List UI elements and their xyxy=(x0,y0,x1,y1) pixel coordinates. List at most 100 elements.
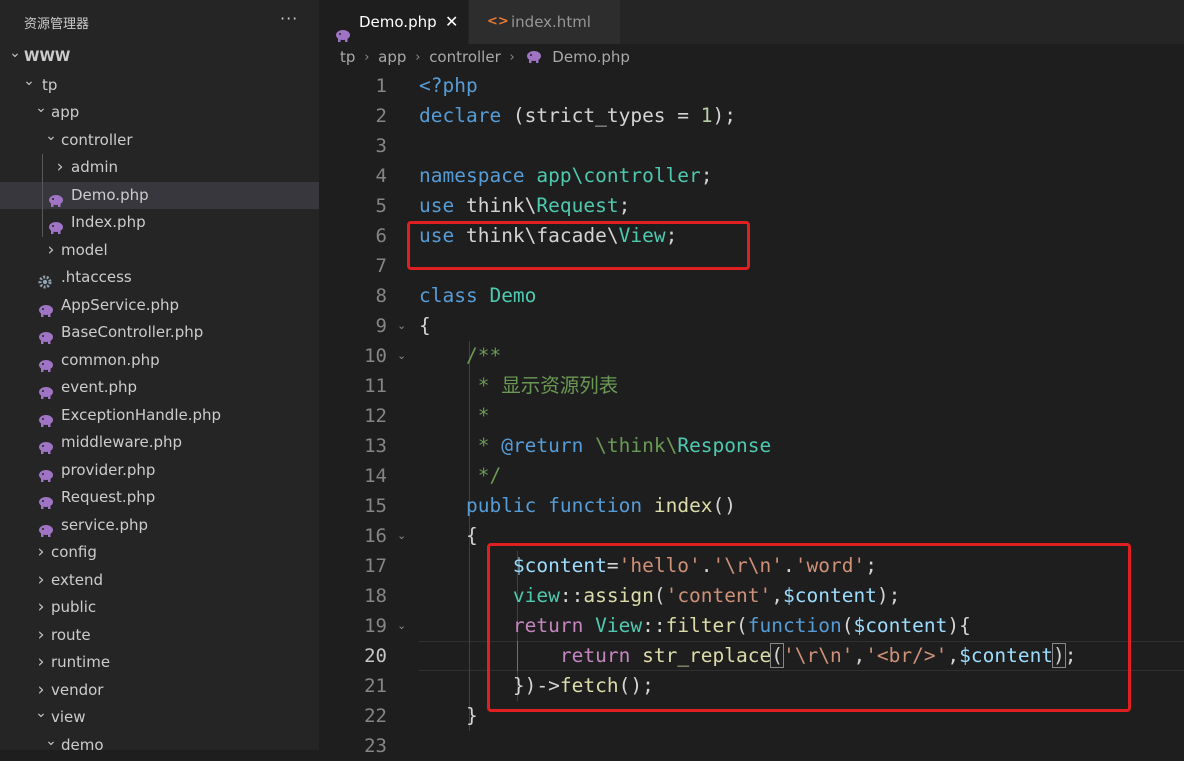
more-actions-icon[interactable]: ··· xyxy=(280,9,298,28)
code-text: { xyxy=(419,521,478,551)
code-line: 11 * 显示资源列表 xyxy=(319,371,1184,401)
tree-item-label: controller xyxy=(61,130,133,149)
php-elephant-icon xyxy=(524,44,548,71)
chevron-right-icon[interactable]: › xyxy=(34,649,48,677)
code-text: <?php xyxy=(419,71,478,101)
code-token: <?php xyxy=(419,74,478,97)
tree-item[interactable]: Request.php xyxy=(0,484,319,512)
tree-item[interactable]: BaseController.php xyxy=(0,319,319,347)
chevron-down-icon[interactable]: ⌄ xyxy=(44,123,58,151)
line-number: 9 xyxy=(375,315,387,337)
tree-item[interactable]: .htaccess xyxy=(0,264,319,292)
chevron-right-icon[interactable]: › xyxy=(44,237,58,265)
chevron-down-icon[interactable]: ⌄ xyxy=(34,95,48,123)
code-line: 12 * xyxy=(319,401,1184,431)
code-token: () xyxy=(712,494,737,517)
tree-item[interactable]: AppService.php xyxy=(0,292,319,320)
tree-item[interactable]: ExceptionHandle.php xyxy=(0,402,319,430)
explorer-title: 资源管理器 xyxy=(24,17,90,32)
code-text: declare (strict_types = 1); xyxy=(419,101,736,131)
explorer-sidebar: 资源管理器 ··· ⌄ WWW ⌄ tp ⌄ app ⌄ controller › admin De… xyxy=(0,0,319,750)
tree-item-label: model xyxy=(61,240,108,259)
fold-chevron-icon[interactable]: ⌄ xyxy=(397,341,406,371)
line-number: 18 xyxy=(364,585,387,607)
close-icon[interactable]: ✕ xyxy=(445,0,458,44)
line-number: 8 xyxy=(375,285,387,307)
fold-chevron-icon[interactable]: ⌄ xyxy=(397,611,406,641)
code-token: Demo xyxy=(489,284,537,307)
line-number: 15 xyxy=(364,495,387,517)
code-text: use think\Request; xyxy=(419,191,630,221)
tree-item[interactable]: Index.php xyxy=(0,209,319,237)
fold-chevron-icon[interactable]: ⌄ xyxy=(397,311,406,341)
php-elephant-icon xyxy=(48,189,63,207)
chevron-down-icon[interactable]: ⌄ xyxy=(8,40,22,68)
php-elephant-icon xyxy=(38,299,53,317)
tree-item[interactable]: › model xyxy=(0,237,319,265)
code-text: /** xyxy=(419,341,501,371)
line-number: 14 xyxy=(364,465,387,487)
chevron-right-icon[interactable]: › xyxy=(53,154,67,182)
tree-item-label: middleware.php xyxy=(61,433,183,451)
breadcrumb-item-tp[interactable]: tp xyxy=(340,44,355,71)
code-token: /** xyxy=(465,344,502,367)
fold-chevron-icon[interactable]: ⌄ xyxy=(397,521,406,551)
indent-guide xyxy=(42,181,43,209)
highlight-box-filter-code xyxy=(487,543,1131,712)
tree-item-label: config xyxy=(51,543,97,561)
tab-label: index.html xyxy=(511,13,591,31)
tree-item[interactable]: › route xyxy=(0,622,319,650)
tree-item[interactable]: › config xyxy=(0,539,319,567)
tab-demo-php[interactable]: Demo.php ✕ xyxy=(319,0,468,44)
breadcrumb-item-controller[interactable]: controller xyxy=(429,44,501,71)
tree-item[interactable]: service.php xyxy=(0,512,319,540)
breadcrumb-item-file[interactable]: Demo.php xyxy=(552,44,630,71)
line-number: 2 xyxy=(375,105,387,127)
code-text: * @return \think\Response xyxy=(419,431,772,461)
tree-item-label: service.php xyxy=(61,515,149,534)
chevron-right-icon[interactable]: › xyxy=(34,539,48,567)
chevron-down-icon[interactable]: ⌄ xyxy=(34,700,48,728)
tree-item[interactable]: › extend xyxy=(0,567,319,595)
tree-item[interactable]: ⌄ controller xyxy=(0,127,319,155)
tree-item[interactable]: common.php xyxy=(0,347,319,375)
chevron-down-icon[interactable]: ⌄ xyxy=(22,68,36,96)
indent-guide xyxy=(42,154,43,182)
code-token: index xyxy=(653,494,713,517)
tree-item[interactable]: provider.php xyxy=(0,457,319,485)
line-number: 1 xyxy=(375,75,387,97)
code-text: class Demo xyxy=(419,281,536,311)
php-elephant-icon xyxy=(38,436,53,454)
tree-item[interactable]: Demo.php xyxy=(0,181,319,209)
tree-item[interactable]: ⌄ demo xyxy=(0,732,319,751)
tree-item-label: AppService.php xyxy=(61,295,180,314)
php-elephant-icon xyxy=(38,464,53,482)
breadcrumb-item-app[interactable]: app xyxy=(378,44,406,71)
tab-index-html[interactable]: <> index.html xyxy=(469,0,620,44)
line-number: 17 xyxy=(364,555,387,577)
tree-item[interactable]: › admin xyxy=(0,154,319,182)
tree-item[interactable]: ⌄ WWW xyxy=(0,44,319,72)
tree-item[interactable]: › public xyxy=(0,594,319,622)
code-line: 1 <?php xyxy=(319,71,1184,101)
code-token: \think\ xyxy=(595,434,678,457)
chevron-right-icon[interactable]: › xyxy=(34,622,48,650)
line-number: 12 xyxy=(364,405,387,427)
tree-item[interactable]: event.php xyxy=(0,374,319,402)
code-token: public xyxy=(465,494,537,517)
tree-item[interactable]: › runtime xyxy=(0,649,319,677)
line-number: 23 xyxy=(364,735,387,757)
code-token: use xyxy=(419,194,455,217)
code-text: */ xyxy=(419,461,502,491)
chevron-down-icon[interactable]: ⌄ xyxy=(44,728,58,751)
gear-icon xyxy=(38,271,52,289)
tree-item-label: route xyxy=(51,625,91,644)
tree-item[interactable]: middleware.php xyxy=(0,429,319,457)
chevron-right-icon[interactable]: › xyxy=(34,594,48,622)
chevron-right-icon: › xyxy=(364,50,370,65)
tree-item-label: admin xyxy=(71,158,118,176)
line-number: 3 xyxy=(375,135,387,157)
chevron-right-icon[interactable]: › xyxy=(34,567,48,595)
